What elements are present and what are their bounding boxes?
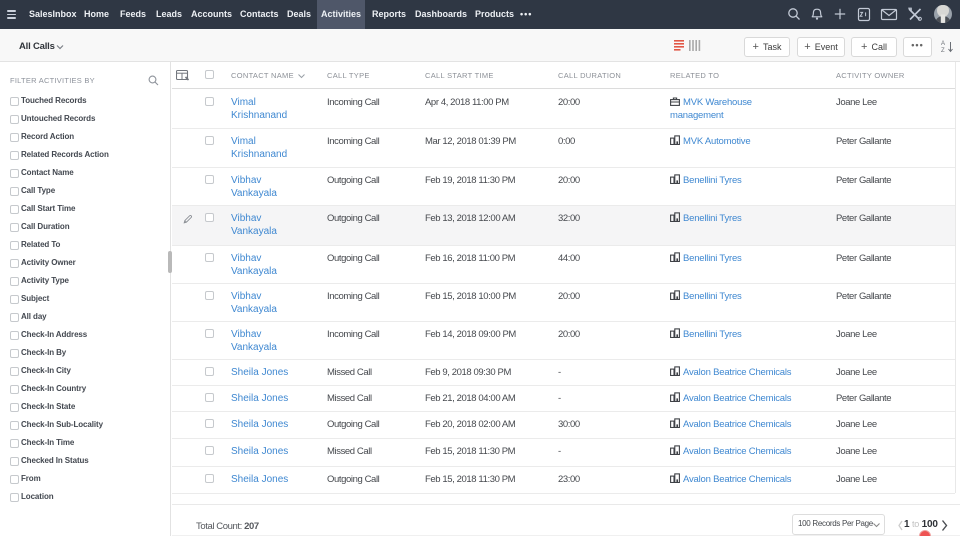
svg-text:A: A (941, 41, 945, 47)
svg-text:Z: Z (941, 48, 945, 54)
